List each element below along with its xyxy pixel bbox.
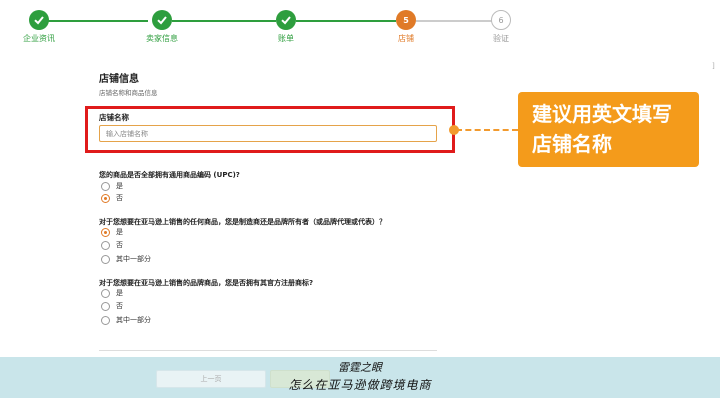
step-number: 6 — [491, 10, 511, 30]
radio-option[interactable]: 否 — [101, 301, 123, 311]
step-label: 卖家信息 — [146, 34, 178, 43]
radio-label: 是 — [116, 289, 123, 297]
watermark-subtitle: 怎么在亚马逊做跨境电商 — [288, 378, 432, 392]
step-number: 5 — [396, 10, 416, 30]
step-label: 店铺 — [398, 34, 414, 43]
radio-button[interactable] — [101, 254, 110, 264]
question-upc: 您的商品是否全部拥有通用商品编码 (UPC)? — [99, 171, 240, 179]
radio-option[interactable]: 是 — [101, 227, 123, 237]
store-name-label: 店铺名称 — [99, 113, 129, 122]
radio-label: 是 — [116, 228, 123, 236]
page-title: 店铺信息 — [99, 74, 139, 85]
question-brand-owner: 对于您想要在亚马逊上销售的任何商品，您是制造商还是品牌所有者（或品牌代理或代表）… — [99, 218, 386, 226]
radio-button[interactable] — [101, 193, 110, 203]
radio-option[interactable]: 否 — [101, 240, 123, 250]
radio-label: 否 — [116, 241, 123, 249]
radio-option[interactable]: 其中一部分 — [101, 315, 151, 325]
divider — [99, 350, 437, 351]
step-company-info[interactable]: 企业资讯 — [0, 10, 79, 44]
step-verification: 6 验证 — [461, 10, 541, 44]
store-name-placeholder: 输入店铺名称 — [106, 129, 148, 138]
radio-label: 其中一部分 — [116, 316, 151, 324]
step-seller-info[interactable]: 卖家信息 — [122, 10, 202, 44]
radio-option[interactable]: 否 — [101, 193, 123, 203]
radio-button[interactable] — [101, 181, 110, 191]
store-info-form: 店铺信息 店铺名称和商品信息 — [99, 70, 439, 97]
check-icon — [152, 10, 172, 30]
radio-label: 其中一部分 — [116, 255, 151, 263]
page-subtitle: 店铺名称和商品信息 — [99, 89, 158, 97]
radio-label: 否 — [116, 194, 123, 202]
radio-option[interactable]: 是 — [101, 181, 123, 191]
radio-label: 是 — [116, 182, 123, 190]
step-store[interactable]: 5 店铺 — [366, 10, 446, 44]
callout-connector — [456, 129, 518, 131]
progress-stepper: 企业资讯 卖家信息 账单 5 店铺 6 验证 — [0, 0, 720, 56]
radio-button[interactable] — [101, 315, 110, 325]
callout-line-2: 店铺名称 — [532, 132, 612, 156]
step-label: 账单 — [278, 34, 294, 43]
check-icon — [29, 10, 49, 30]
step-billing[interactable]: 账单 — [246, 10, 326, 44]
radio-button[interactable] — [101, 240, 110, 250]
tip-callout: 建议用英文填写 店铺名称 — [518, 92, 699, 167]
callout-line-1: 建议用英文填写 — [532, 102, 672, 126]
edge-mark: ] — [712, 62, 715, 70]
step-label: 企业资讯 — [23, 34, 55, 43]
step-label: 验证 — [493, 34, 509, 43]
watermark-title: 雷霆之眼 — [338, 361, 382, 374]
radio-button[interactable] — [101, 301, 110, 311]
question-trademark: 对于您想要在亚马逊上销售的品牌商品，您是否拥有其官方注册商标? — [99, 279, 314, 287]
radio-button[interactable] — [101, 288, 110, 298]
radio-option[interactable]: 是 — [101, 288, 123, 298]
radio-button[interactable] — [101, 227, 110, 237]
radio-option[interactable]: 其中一部分 — [101, 254, 151, 264]
store-name-input[interactable]: 输入店铺名称 — [99, 125, 437, 142]
check-icon — [276, 10, 296, 30]
radio-label: 否 — [116, 302, 123, 310]
